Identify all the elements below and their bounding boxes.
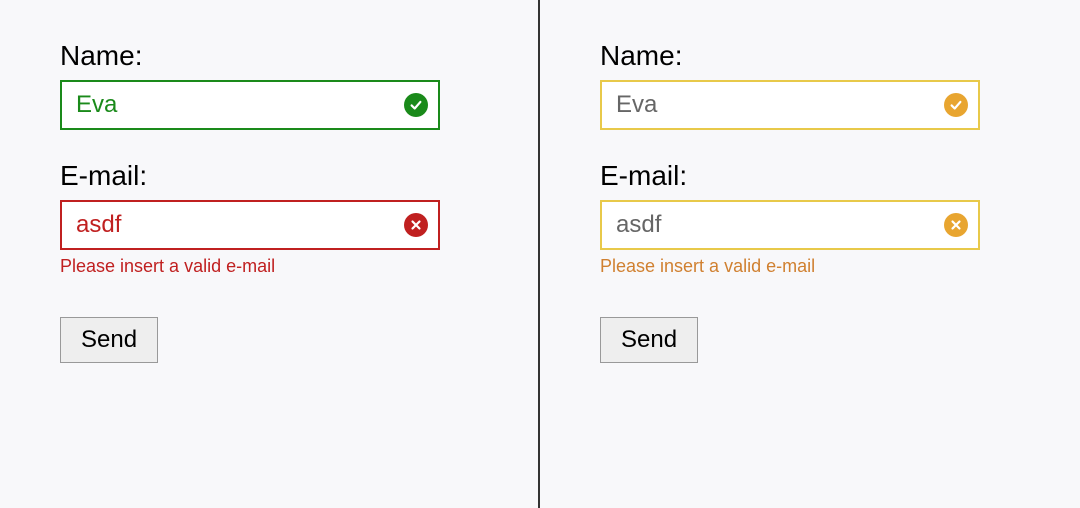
send-button[interactable]: Send xyxy=(600,317,698,363)
email-input-wrap xyxy=(600,200,980,250)
email-label: E-mail: xyxy=(60,160,490,192)
email-label: E-mail: xyxy=(600,160,1030,192)
name-input[interactable] xyxy=(60,80,440,130)
cross-icon xyxy=(944,213,968,237)
send-button[interactable]: Send xyxy=(60,317,158,363)
email-error-message: Please insert a valid e-mail xyxy=(60,256,490,277)
name-input-wrap xyxy=(600,80,980,130)
form-panel-left: Name: E-mail: Please insert a valid e-ma… xyxy=(0,0,540,508)
form-panel-right: Name: E-mail: Please insert a valid e-ma… xyxy=(540,0,1080,508)
check-icon xyxy=(404,93,428,117)
cross-icon xyxy=(404,213,428,237)
email-input-wrap xyxy=(60,200,440,250)
name-input-wrap xyxy=(60,80,440,130)
name-label: Name: xyxy=(600,40,1030,72)
email-field-group: E-mail: Please insert a valid e-mail xyxy=(600,160,1030,277)
email-input[interactable] xyxy=(60,200,440,250)
email-input[interactable] xyxy=(600,200,980,250)
name-label: Name: xyxy=(60,40,490,72)
name-field-group: Name: xyxy=(600,40,1030,130)
name-field-group: Name: xyxy=(60,40,490,130)
email-field-group: E-mail: Please insert a valid e-mail xyxy=(60,160,490,277)
name-input[interactable] xyxy=(600,80,980,130)
email-error-message: Please insert a valid e-mail xyxy=(600,256,1030,277)
check-icon xyxy=(944,93,968,117)
